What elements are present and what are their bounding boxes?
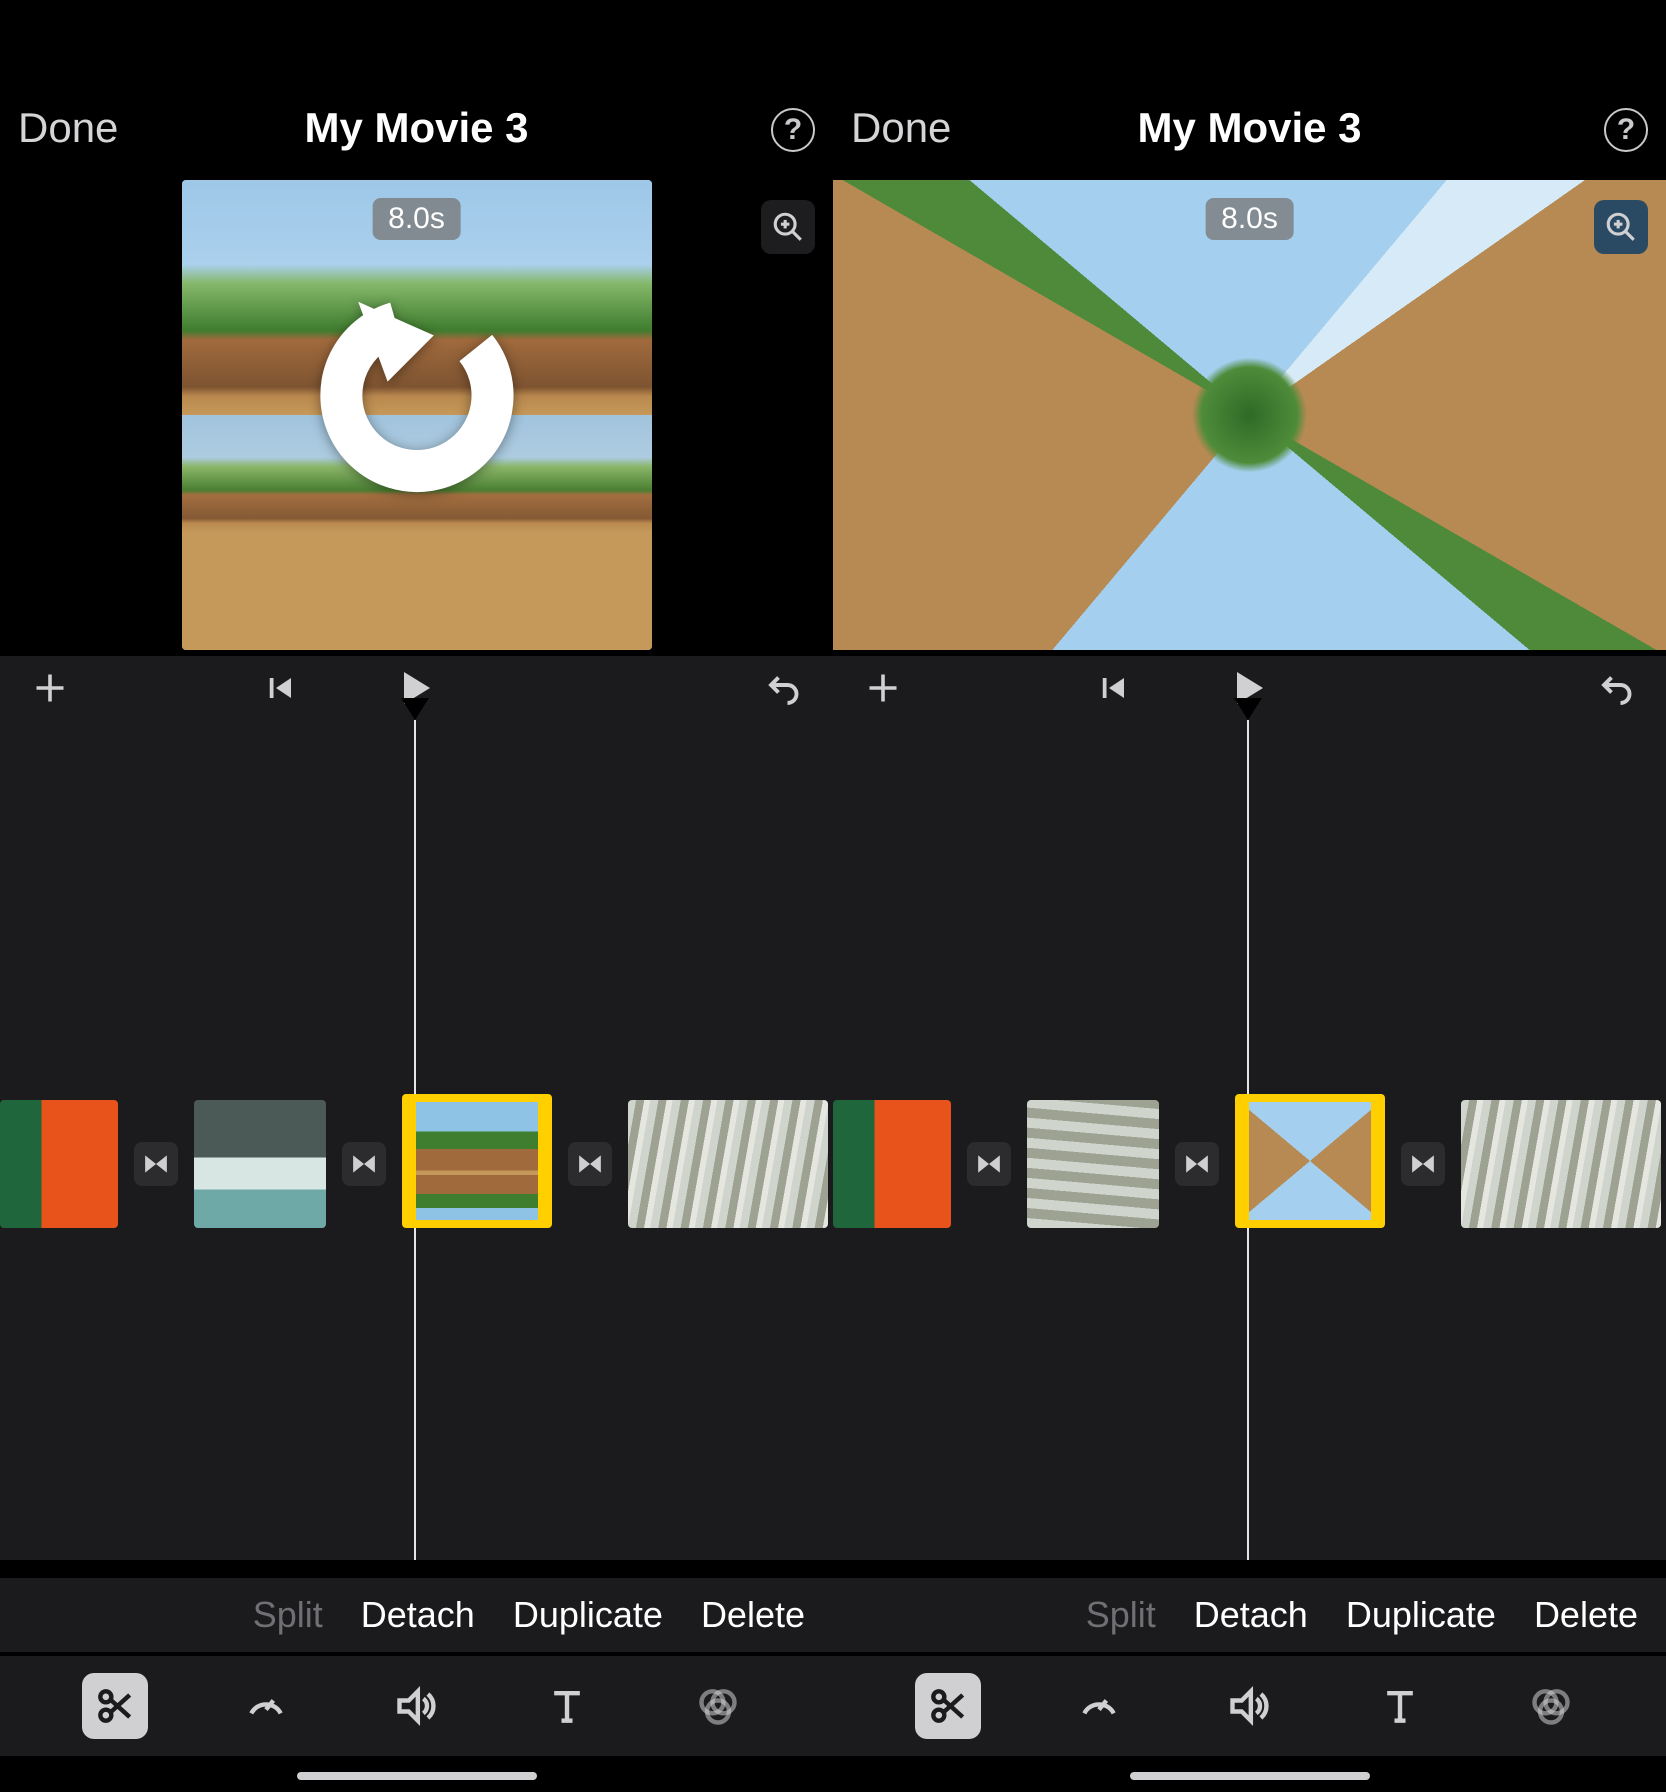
clip-track[interactable] xyxy=(0,1100,833,1228)
playhead-marker-icon xyxy=(401,698,429,720)
text-tool[interactable] xyxy=(1367,1673,1433,1739)
timeline[interactable] xyxy=(833,720,1666,1560)
speed-tool[interactable] xyxy=(1066,1673,1132,1739)
header: Done My Movie 3 ? xyxy=(0,0,833,180)
skip-start-button[interactable] xyxy=(251,665,311,711)
add-media-button[interactable] xyxy=(20,665,80,711)
help-icon: ? xyxy=(784,113,802,147)
detach-button[interactable]: Detach xyxy=(361,1594,475,1636)
undo-button[interactable] xyxy=(1586,665,1646,711)
tool-bar xyxy=(0,1656,833,1756)
text-tool[interactable] xyxy=(534,1673,600,1739)
tool-bar xyxy=(833,1656,1666,1756)
volume-tool[interactable] xyxy=(1216,1673,1282,1739)
zoom-button[interactable] xyxy=(761,200,815,254)
done-button[interactable]: Done xyxy=(18,104,118,152)
done-button[interactable]: Done xyxy=(851,104,951,152)
screenshot-right: Done My Movie 3 ? 8.0s Split xyxy=(833,0,1666,1792)
delete-button[interactable]: Delete xyxy=(701,1594,805,1636)
clip-duration-badge: 8.0s xyxy=(372,198,461,240)
delete-button[interactable]: Delete xyxy=(1534,1594,1638,1636)
clip-track[interactable] xyxy=(833,1100,1666,1228)
transition-button[interactable] xyxy=(134,1142,178,1186)
preview-frame xyxy=(833,180,1666,650)
undo-button[interactable] xyxy=(753,665,813,711)
home-indicator xyxy=(1130,1772,1370,1780)
project-title: My Movie 3 xyxy=(304,104,528,152)
timeline[interactable] xyxy=(0,720,833,1560)
transition-button[interactable] xyxy=(967,1142,1011,1186)
video-preview[interactable]: 8.0s xyxy=(0,180,833,650)
duplicate-button[interactable]: Duplicate xyxy=(1346,1594,1496,1636)
timeline-clip-4[interactable] xyxy=(1461,1100,1661,1228)
split-button: Split xyxy=(1086,1594,1156,1636)
timeline-clip-4[interactable] xyxy=(628,1100,828,1228)
project-title: My Movie 3 xyxy=(1137,104,1361,152)
detach-button[interactable]: Detach xyxy=(1194,1594,1308,1636)
timeline-clip-3[interactable] xyxy=(1235,1094,1385,1228)
add-media-button[interactable] xyxy=(853,665,913,711)
speed-tool[interactable] xyxy=(233,1673,299,1739)
timeline-clip-1[interactable] xyxy=(833,1100,951,1228)
zoom-button[interactable] xyxy=(1594,200,1648,254)
rotate-indicator-icon xyxy=(287,260,547,520)
header: Done My Movie 3 ? xyxy=(833,0,1666,180)
transition-button[interactable] xyxy=(342,1142,386,1186)
playhead-marker-icon xyxy=(1234,698,1262,720)
skip-start-button[interactable] xyxy=(1084,665,1144,711)
scissors-tool[interactable] xyxy=(915,1673,981,1739)
clip-duration-badge: 8.0s xyxy=(1205,198,1294,240)
clip-actions: Split Detach Duplicate Delete xyxy=(833,1578,1666,1652)
timeline-clip-2[interactable] xyxy=(1027,1100,1159,1228)
help-button[interactable]: ? xyxy=(1604,108,1648,152)
split-button: Split xyxy=(253,1594,323,1636)
timeline-clip-1[interactable] xyxy=(0,1100,118,1228)
volume-tool[interactable] xyxy=(383,1673,449,1739)
filters-tool[interactable] xyxy=(685,1673,751,1739)
timeline-clip-3[interactable] xyxy=(402,1094,552,1228)
help-button[interactable]: ? xyxy=(771,108,815,152)
home-indicator xyxy=(297,1772,537,1780)
transition-button[interactable] xyxy=(1175,1142,1219,1186)
duplicate-button[interactable]: Duplicate xyxy=(513,1594,663,1636)
transition-button[interactable] xyxy=(1401,1142,1445,1186)
clip-actions: Split Detach Duplicate Delete xyxy=(0,1578,833,1652)
timeline-clip-2[interactable] xyxy=(194,1100,326,1228)
help-icon: ? xyxy=(1617,113,1635,147)
video-preview[interactable]: 8.0s xyxy=(833,180,1666,650)
filters-tool[interactable] xyxy=(1518,1673,1584,1739)
transition-button[interactable] xyxy=(568,1142,612,1186)
scissors-tool[interactable] xyxy=(82,1673,148,1739)
screenshot-left: Done My Movie 3 ? 8.0s xyxy=(0,0,833,1792)
